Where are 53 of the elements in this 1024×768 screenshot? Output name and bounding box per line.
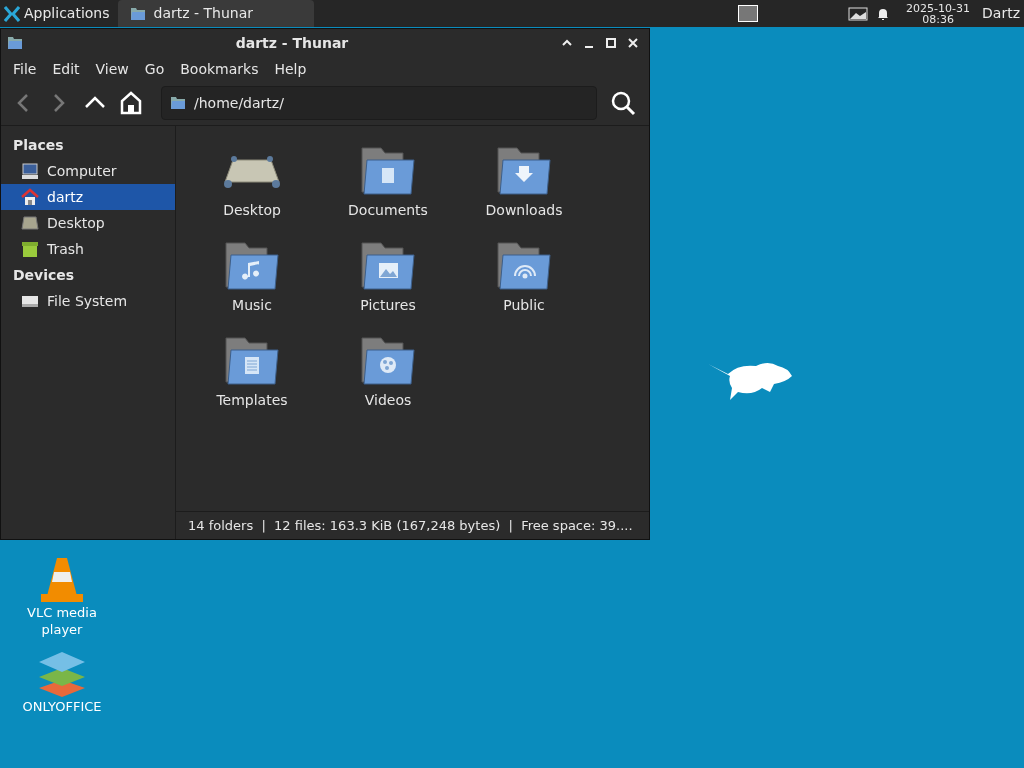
clock-time: 08:36 bbox=[922, 13, 954, 25]
folder-item[interactable]: Pictures bbox=[320, 229, 456, 324]
folder-icon bbox=[170, 96, 186, 110]
menu-item[interactable]: Help bbox=[268, 58, 313, 80]
menu-item[interactable]: Edit bbox=[46, 58, 86, 80]
folder-item[interactable]: Downloads bbox=[456, 134, 592, 229]
folder-icon bbox=[359, 241, 417, 291]
sidebar-item[interactable]: Trash bbox=[1, 236, 175, 262]
applications-menu[interactable]: Applications bbox=[0, 0, 118, 27]
menu-item[interactable]: File bbox=[7, 58, 43, 80]
folder-icon bbox=[223, 241, 281, 291]
desktop-shortcut[interactable]: VLC media player bbox=[17, 556, 107, 638]
maximize-icon[interactable] bbox=[605, 37, 617, 49]
desktop-shortcut[interactable]: ONLYOFFICE bbox=[17, 650, 107, 715]
folder-item[interactable]: Desktop bbox=[184, 134, 320, 229]
folder-icon bbox=[223, 336, 281, 386]
folder-icon bbox=[495, 146, 553, 196]
folder-item[interactable]: Videos bbox=[320, 324, 456, 419]
desktop-icon bbox=[21, 214, 39, 232]
folder-icon bbox=[359, 336, 417, 386]
window-title: dartz - Thunar bbox=[234, 33, 350, 53]
search-icon[interactable] bbox=[609, 89, 637, 117]
folder-item[interactable]: Public bbox=[456, 229, 592, 324]
taskbar-button[interactable]: dartz - Thunar bbox=[117, 0, 314, 27]
folder-icon bbox=[7, 36, 23, 50]
home-icon bbox=[21, 188, 39, 206]
bell-icon bbox=[876, 6, 891, 21]
stacked-layers-icon bbox=[37, 650, 87, 698]
folder-item[interactable]: Documents bbox=[320, 134, 456, 229]
folder-item[interactable]: Templates bbox=[184, 324, 320, 419]
monitor-icon bbox=[848, 6, 869, 21]
sidebar-heading: Devices bbox=[12, 266, 76, 285]
sidebar-item[interactable]: File System bbox=[1, 288, 175, 314]
close-icon[interactable] bbox=[627, 37, 639, 49]
sidebar-item[interactable]: Computer bbox=[1, 158, 175, 184]
sidebar-item[interactable]: dartz bbox=[1, 184, 175, 210]
menu-item[interactable]: View bbox=[89, 58, 135, 80]
menu-item[interactable]: Go bbox=[138, 58, 171, 80]
folder-icon bbox=[359, 146, 417, 196]
computer-icon bbox=[21, 162, 39, 180]
clock-date: 2025-10-31 bbox=[906, 2, 971, 14]
user-name: Dartz bbox=[982, 4, 1021, 23]
sidebar-item[interactable]: Desktop bbox=[1, 210, 175, 236]
folder-icon bbox=[129, 6, 146, 21]
sidebar-heading: Places bbox=[12, 136, 65, 155]
trash-icon bbox=[21, 240, 39, 258]
status-bar: 14 folders | 12 files: 163.3 KiB (167,248 bytes) | Free space: 39.... bbox=[176, 511, 649, 539]
menu-item[interactable]: Bookmarks bbox=[174, 58, 265, 80]
traffic-cone-icon bbox=[39, 556, 85, 604]
folder-icon bbox=[495, 241, 553, 291]
workspace-switcher[interactable] bbox=[738, 5, 759, 22]
location-field[interactable]: /home/dartz/ bbox=[161, 86, 597, 120]
folder-item[interactable]: Music bbox=[184, 229, 320, 324]
